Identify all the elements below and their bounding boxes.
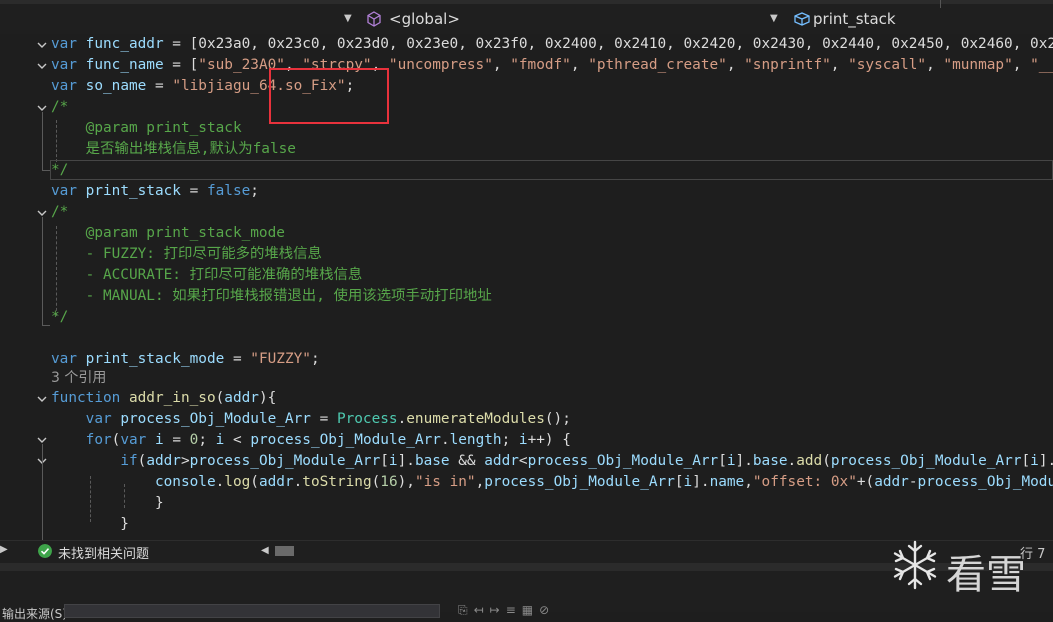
issues-status[interactable]: 未找到相关问题 xyxy=(58,543,149,562)
code-line: for(var i = 0; i < process_Obj_Module_Ar… xyxy=(85,432,571,448)
cube-icon xyxy=(367,11,381,27)
code-comment: @param print_stack_mode xyxy=(51,225,285,241)
divider xyxy=(940,0,941,8)
code-comment: /* xyxy=(51,204,69,220)
code-line: var process_Obj_Module_Arr = Process.enu… xyxy=(85,411,571,427)
code-comment: */ xyxy=(51,309,69,325)
code-line: var print_stack = false; xyxy=(51,183,259,199)
fold-chevron-icon[interactable] xyxy=(36,60,48,72)
code-line: console.log(addr.toString(16),"is in",pr… xyxy=(154,474,1053,490)
references-codelens[interactable]: 3 个引用 xyxy=(51,368,106,389)
top-border xyxy=(0,0,1053,4)
watermark-text: 看雪 xyxy=(946,552,1026,598)
current-line-highlight xyxy=(50,160,1053,180)
navigation-bar: ▼ <global> ▼ print_stack xyxy=(0,0,1053,34)
output-toolbar-icons[interactable]: ⎘↤↦≡▦⊘ xyxy=(458,603,555,618)
code-comment: - FUZZY: 打印尽可能多的堆栈信息 xyxy=(51,246,322,262)
annotation-highlight-box xyxy=(269,68,389,124)
fold-guide xyxy=(42,325,50,326)
output-source-label: 输出来源(S) xyxy=(2,607,67,621)
code-editor[interactable]: var func_addr = [0x23a0, 0x23c0, 0x23d0,… xyxy=(0,34,1053,540)
snowflake-icon xyxy=(893,540,937,590)
scope-dropdown-arrow-icon[interactable]: ▼ xyxy=(344,13,352,24)
hscroll-left-icon[interactable]: ◀ xyxy=(261,545,269,556)
code-line: } xyxy=(51,516,129,532)
code-line: var func_name = ["sub_23A0", "strcpy", "… xyxy=(51,57,1053,73)
check-circle-icon xyxy=(38,544,52,558)
fold-guide xyxy=(42,217,43,325)
fold-guide xyxy=(42,444,43,540)
scroll-left-arrow-icon[interactable]: ▶ xyxy=(0,544,8,555)
field-icon xyxy=(794,12,810,26)
code-comment: /* xyxy=(51,99,69,115)
code-line: } xyxy=(51,495,164,511)
scope-dropdown[interactable]: <global> xyxy=(389,10,460,28)
code-comment: */ xyxy=(51,162,69,178)
horizontal-scrollbar-thumb[interactable] xyxy=(275,546,294,556)
member-dropdown[interactable]: print_stack xyxy=(813,10,896,28)
code-comment: - ACCURATE: 打印尽可能准确的堆栈信息 xyxy=(51,267,363,283)
fold-chevron-icon[interactable] xyxy=(36,39,48,51)
member-dropdown-arrow-icon[interactable]: ▼ xyxy=(770,13,778,24)
code-line: function addr_in_so(addr){ xyxy=(51,390,277,406)
code-comment: 是否输出堆栈信息,默认为false xyxy=(51,141,296,157)
fold-guide xyxy=(42,170,50,171)
fold-guide xyxy=(42,112,43,170)
code-line: if(addr>process_Obj_Module_Arr[i].base &… xyxy=(120,453,1053,469)
code-line: var print_stack_mode = "FUZZY"; xyxy=(51,351,320,367)
output-source-select[interactable] xyxy=(64,604,440,618)
kanxue-watermark: 看雪 xyxy=(888,536,1048,598)
code-line: var func_addr = [0x23a0, 0x23c0, 0x23d0,… xyxy=(51,36,1053,52)
code-comment: @param print_stack xyxy=(51,120,242,136)
code-comment: - MANUAL: 如果打印堆栈报错退出, 使用该选项手动打印地址 xyxy=(51,288,492,304)
fold-chevron-icon[interactable] xyxy=(36,393,48,405)
